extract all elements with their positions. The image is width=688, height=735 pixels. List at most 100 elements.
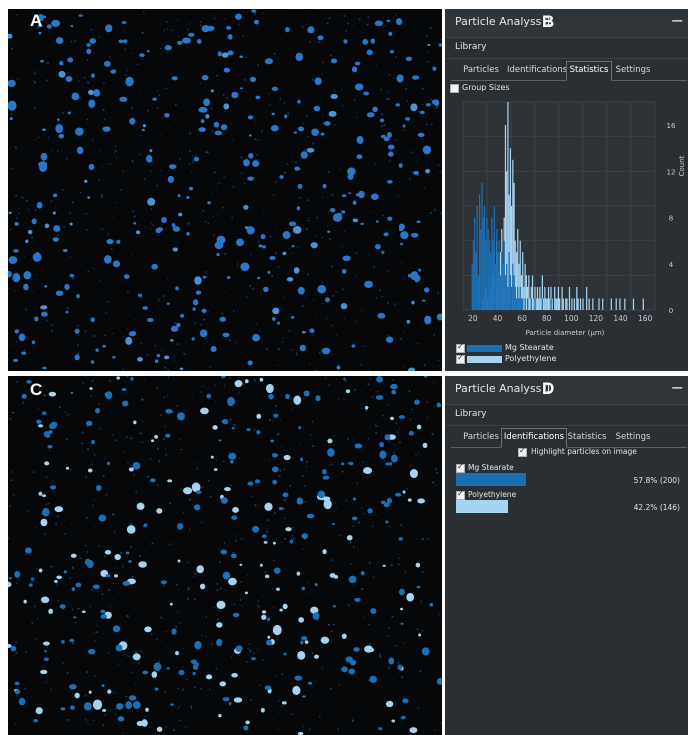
particle-speck — [233, 603, 236, 606]
particle-speck — [187, 28, 189, 31]
mg-stearate-particle — [307, 681, 313, 685]
histogram-bar — [557, 286, 559, 310]
particle-speck — [405, 87, 408, 90]
histogram-bar — [554, 286, 556, 310]
particle-speck — [12, 613, 14, 615]
particle-speck — [134, 651, 138, 654]
particle-speck — [277, 364, 279, 366]
mg-stearate-particle — [45, 434, 51, 438]
tab-statistics[interactable]: Statistics — [566, 61, 612, 81]
polyethylene-particle — [329, 573, 336, 578]
mg-stearate-particle — [231, 553, 237, 559]
mg-stearate-particle — [172, 247, 179, 252]
particle-speck — [423, 364, 426, 367]
legend-polyethylene-checkbox[interactable] — [456, 353, 465, 364]
tab-settings-d[interactable]: Settings — [611, 429, 655, 446]
polyethylene-particle — [102, 126, 111, 132]
particle-speck — [123, 232, 125, 234]
particle-speck — [215, 185, 217, 188]
particle-speck — [404, 570, 407, 573]
mg-stearate-checkbox[interactable] — [456, 462, 465, 473]
histogram-bar — [527, 298, 529, 310]
mg-stearate-particle — [306, 147, 315, 153]
particle-speck — [321, 237, 323, 239]
tab-particles[interactable]: Particles — [455, 62, 507, 79]
particle-speck — [402, 129, 405, 131]
tab-particles-d[interactable]: Particles — [455, 429, 507, 446]
particle-speck — [304, 296, 306, 298]
particle-speck — [15, 641, 18, 644]
particle-speck — [230, 656, 233, 659]
particle-speck — [253, 652, 255, 654]
particle-speck — [402, 495, 405, 497]
particle-speck — [57, 234, 60, 237]
particle-speck — [333, 434, 336, 437]
particle-speck — [374, 163, 376, 166]
histogram-bar — [502, 263, 504, 310]
highlight-particles-checkbox[interactable] — [518, 446, 527, 457]
particle-speck — [245, 660, 248, 663]
mg-stearate-particle — [285, 393, 290, 400]
particle-speck — [277, 463, 279, 466]
polyethylene-particle — [55, 290, 64, 296]
mg-stearate-particle — [74, 328, 80, 334]
highlight-particles-label: Highlight particles on image — [531, 447, 637, 456]
particle-speck — [421, 87, 424, 90]
particle-speck — [258, 605, 260, 608]
particle-speck — [261, 595, 263, 598]
library-section-d[interactable]: Library — [445, 405, 688, 426]
particle-speck — [165, 87, 168, 90]
particle-speck — [196, 468, 199, 471]
identifications-panel: Particle Analyss 1 D − Library Particles… — [445, 376, 688, 735]
mg-stearate-particle — [352, 497, 357, 501]
mg-stearate-particle — [270, 439, 275, 443]
polyethylene-checkbox[interactable] — [456, 489, 465, 500]
polyethylene-particle — [385, 700, 394, 708]
minimize-button-d[interactable]: − — [671, 378, 684, 397]
mg-stearate-particle — [83, 702, 92, 711]
mg-stearate-particle — [301, 586, 306, 591]
tab-identifications[interactable]: Identifications — [507, 62, 567, 79]
tab-statistics-d[interactable]: Statistics — [565, 429, 609, 446]
tab-settings[interactable]: Settings — [611, 62, 655, 79]
histogram-bar — [642, 298, 644, 310]
particle-speck — [141, 441, 144, 443]
group-sizes-checkbox[interactable] — [450, 84, 459, 93]
polyethylene-particle — [65, 310, 69, 314]
particle-speck — [103, 118, 106, 121]
tab-identifications-d[interactable]: Identifications — [501, 428, 567, 448]
particle-speck — [328, 17, 331, 20]
particle-speck — [167, 369, 170, 371]
mg-stearate-particle — [341, 666, 348, 673]
legend-mg-stearate-checkbox[interactable] — [456, 342, 465, 353]
polyethylene-particle — [323, 499, 332, 510]
mg-stearate-particle — [348, 575, 357, 584]
particle-speck — [353, 546, 355, 548]
particle-speck — [116, 42, 118, 45]
particle-speck — [381, 296, 383, 298]
particle-speck — [311, 142, 314, 145]
polyethylene-particle — [23, 283, 29, 291]
particle-speck — [324, 363, 326, 365]
polyethylene-particle — [297, 650, 306, 660]
mg-stearate-particle — [352, 200, 357, 205]
particle-speck — [82, 381, 85, 384]
particle-speck — [307, 273, 310, 276]
mg-stearate-particle — [49, 485, 57, 490]
particle-speck — [268, 459, 270, 461]
particle-speck — [335, 378, 338, 380]
particle-speck — [10, 479, 13, 482]
histogram-bar — [482, 217, 484, 310]
particle-speck — [34, 273, 37, 276]
particle-speck — [34, 638, 37, 640]
particle-speck — [56, 149, 59, 152]
polyethylene-particle — [402, 490, 406, 494]
particle-speck — [131, 106, 134, 109]
minimize-button[interactable]: − — [671, 11, 684, 30]
mg-stearate-particle — [13, 249, 19, 253]
library-section[interactable]: Library — [445, 38, 688, 59]
particle-speck — [321, 61, 324, 64]
mg-stearate-particle — [285, 26, 290, 33]
polyethylene-particle — [56, 118, 60, 122]
histogram-bar — [615, 298, 617, 310]
